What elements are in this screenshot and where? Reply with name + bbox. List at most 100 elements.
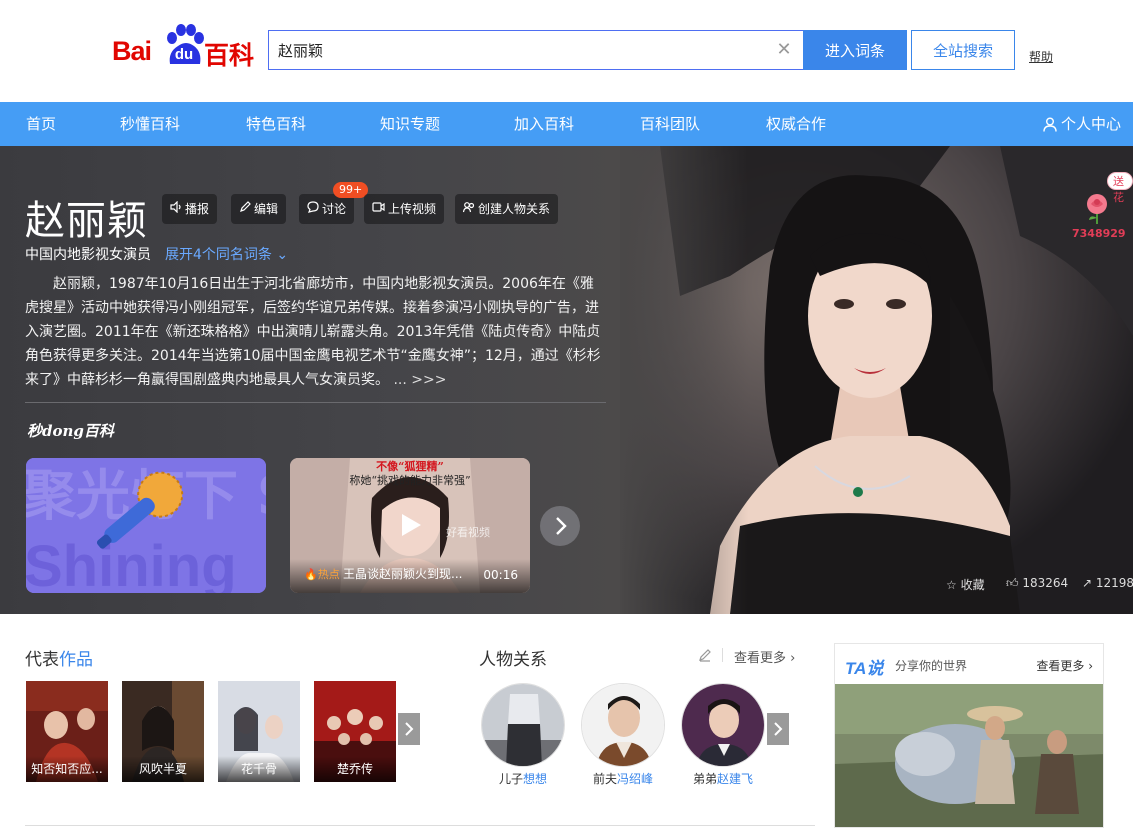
site-search-button[interactable]: 全站搜索 xyxy=(911,30,1015,70)
chevron-right-icon xyxy=(405,722,414,736)
hero-banner: 赵丽颖 播报 编辑 讨论 99+ 上传视频 创建人物关系 中国内地影视女演员 展… xyxy=(0,146,1133,614)
user-icon xyxy=(1043,117,1057,132)
nav-item-featured[interactable]: 特色百科 xyxy=(246,102,306,146)
divider xyxy=(25,402,606,403)
work-item[interactable]: 风吹半夏 xyxy=(122,681,204,782)
miaodong-logo: 秒dong百科 xyxy=(27,422,114,440)
nav-item-join[interactable]: 加入百科 xyxy=(514,102,574,146)
relations-more-label: 查看更多 xyxy=(734,651,787,666)
expand-terms-label: 展开4个同名词条 xyxy=(165,247,272,263)
relation-role: 弟弟 xyxy=(692,772,717,786)
hot-tag: 🔥热点 xyxy=(304,566,340,582)
relation-name-link[interactable]: 赵建飞 xyxy=(717,772,753,786)
upload-video-label: 上传视频 xyxy=(388,202,437,216)
relation-name-link[interactable]: 冯绍峰 xyxy=(617,772,653,786)
like-button[interactable]: 👍︎ 183264 xyxy=(1006,576,1068,591)
relation-label: 弟弟赵建飞 xyxy=(668,770,778,787)
hot-video-card[interactable]: 不像“狐狸精” 称她“挑戏的能力非常强” 好看视频 🔥热点 王晶谈赵丽颖火到现.… xyxy=(290,458,530,593)
share-icon: ↗ xyxy=(1082,576,1093,590)
relation-avatar[interactable] xyxy=(481,683,565,767)
fire-icon: 🔥 xyxy=(304,568,318,581)
help-link[interactable]: 帮助 xyxy=(1029,48,1053,65)
collect-button[interactable]: ☆ 收藏 xyxy=(946,576,985,593)
discuss-label: 讨论 xyxy=(322,202,347,216)
create-relation-label: 创建人物关系 xyxy=(478,202,551,216)
nav-item-team[interactable]: 百科团队 xyxy=(640,102,700,146)
chevron-right-icon xyxy=(774,722,783,736)
relations-next-button[interactable] xyxy=(767,713,789,745)
ta-says-slogan: 分享你的世界 xyxy=(895,659,968,673)
send-flower-widget[interactable]: 送花 7348929 xyxy=(1072,172,1133,242)
divider xyxy=(722,648,723,662)
entry-summary-text: 赵丽颖，1987年10月16日出生于河北省廊坊市，中国内地影视女演员。2006年… xyxy=(25,276,601,388)
search-input[interactable] xyxy=(269,31,749,69)
relation-icon xyxy=(462,194,475,224)
play-icon[interactable] xyxy=(396,511,424,539)
relation-name-link[interactable]: 想想 xyxy=(523,772,547,786)
create-relation-button[interactable]: 创建人物关系 xyxy=(455,194,559,224)
logo-baike-text: 百科 xyxy=(204,41,255,70)
work-item[interactable]: 知否知否应... xyxy=(26,681,108,782)
nav-item-home[interactable]: 首页 xyxy=(26,102,56,146)
user-center-link[interactable]: 个人中心 xyxy=(1043,102,1121,146)
ta-says-logo: TA说 xyxy=(845,659,884,678)
expand-terms-link[interactable]: 展开4个同名词条 ⌄ xyxy=(165,247,288,263)
work-item[interactable]: 花千骨 xyxy=(218,681,300,782)
entry-title: 赵丽颖 xyxy=(25,198,148,244)
nav-item-miaodong[interactable]: 秒懂百科 xyxy=(120,102,180,146)
chevron-down-icon: ⌄ xyxy=(276,247,289,263)
spotlight-illustration: 聚光灯下 Shining Shining xyxy=(26,458,266,593)
entry-summary: 赵丽颖，1987年10月16日出生于河北省廊坊市，中国内地影视女演员。2006年… xyxy=(25,272,607,392)
thumbs-up-icon: 👍︎ xyxy=(1006,576,1019,590)
rose-icon xyxy=(1087,194,1107,224)
relations-more-link[interactable]: 查看更多 › xyxy=(734,647,795,666)
top-bar: Bai du 百科 ✕ 进入词条 全站搜索 帮助 xyxy=(0,0,1133,102)
avatar-photo xyxy=(482,684,564,766)
edit-button[interactable]: 编辑 xyxy=(231,194,287,224)
discuss-count-badge: 99+ xyxy=(333,182,369,198)
nav-item-cooperation[interactable]: 权威合作 xyxy=(766,102,826,146)
ta-says-image[interactable] xyxy=(835,684,1104,828)
avatar-photo xyxy=(582,684,664,766)
work-title: 楚乔传 xyxy=(314,756,396,782)
chevron-right-icon xyxy=(556,517,567,535)
relation-avatar[interactable] xyxy=(581,683,665,767)
relation-label: 儿子想想 xyxy=(468,770,578,787)
broadcast-label: 播报 xyxy=(185,202,210,216)
send-flower-label: 送花 xyxy=(1107,172,1133,204)
flower-count: 7348929 xyxy=(1072,227,1126,240)
discuss-button[interactable]: 讨论 xyxy=(299,194,355,224)
logo-du-text: du xyxy=(174,46,194,63)
enter-entry-button[interactable]: 进入词条 xyxy=(803,30,907,70)
work-item[interactable]: 楚乔传 xyxy=(314,681,396,782)
baidu-baike-logo[interactable]: Bai du 百科 xyxy=(112,24,258,70)
share-count: 12198 xyxy=(1095,576,1133,590)
hot-tag-label: 热点 xyxy=(317,568,340,581)
relation-avatar[interactable] xyxy=(681,683,765,767)
search-box: ✕ xyxy=(268,30,804,70)
summary-more-link[interactable]: ... >>> xyxy=(393,372,446,388)
comment-icon xyxy=(307,194,319,224)
nav-item-topics[interactable]: 知识专题 xyxy=(380,102,440,146)
ta-more-link[interactable]: 查看更多 › xyxy=(1036,657,1093,674)
relation-role: 儿子 xyxy=(498,772,523,786)
work-title: 风吹半夏 xyxy=(122,756,204,782)
main-nav: 首页 秒懂百科 特色百科 知识专题 加入百科 百科团队 权威合作 个人中心 xyxy=(0,102,1133,146)
pencil-icon[interactable] xyxy=(697,647,713,663)
works-next-button[interactable] xyxy=(398,713,420,745)
relations-section-title: 人物关系 xyxy=(479,650,547,670)
like-count: 183264 xyxy=(1022,576,1069,590)
carousel-next-button[interactable] xyxy=(540,506,580,546)
video-duration: 00:16 xyxy=(483,568,518,582)
chevron-right-icon: › xyxy=(1088,659,1093,673)
svg-text:Shining: Shining xyxy=(26,534,237,593)
spotlight-video-card[interactable]: 聚光灯下 Shining Shining xyxy=(26,458,266,593)
works-title-a: 代表 xyxy=(25,650,59,670)
close-icon[interactable]: ✕ xyxy=(774,40,794,60)
pencil-icon xyxy=(239,194,251,224)
upload-video-button[interactable]: 上传视频 xyxy=(364,194,445,224)
share-button[interactable]: ↗ 12198 xyxy=(1082,576,1133,590)
broadcast-button[interactable]: 播报 xyxy=(162,194,218,224)
work-title: 知否知否应... xyxy=(26,756,108,782)
ta-says-panel: TA说 分享你的世界 查看更多 › xyxy=(834,643,1104,828)
